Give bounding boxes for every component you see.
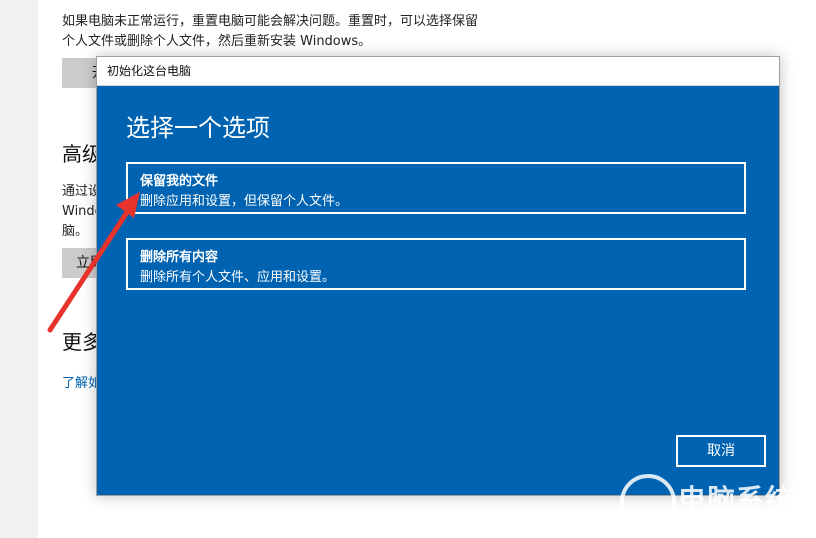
left-margin-strip <box>0 0 38 538</box>
watermark-url: www.dnxtc.net <box>700 516 790 530</box>
option-title: 保留我的文件 <box>140 174 219 189</box>
reset-pc-dialog: 初始化这台电脑 选择一个选项 保留我的文件 删除应用和设置，但保留个人文件。 删… <box>96 56 780 496</box>
reset-description: 如果电脑未正常运行，重置电脑可能会解决问题。重置时，可以选择保留 个人文件或删除… <box>62 14 479 49</box>
dialog-panel: 选择一个选项 保留我的文件 删除应用和设置，但保留个人文件。 删除所有内容 删除… <box>97 86 779 495</box>
remove-everything-option[interactable]: 删除所有内容 删除所有个人文件、应用和设置。 <box>126 238 746 290</box>
option-description: 删除所有个人文件、应用和设置。 <box>140 270 336 285</box>
cancel-button[interactable]: 取消 <box>676 435 766 467</box>
keep-my-files-option[interactable]: 保留我的文件 删除应用和设置，但保留个人文件。 <box>126 162 746 214</box>
option-title: 删除所有内容 <box>140 250 219 265</box>
watermark-logo-icon <box>620 474 676 530</box>
choose-option-heading: 选择一个选项 <box>126 114 270 142</box>
option-description: 删除应用和设置，但保留个人文件。 <box>140 194 349 209</box>
dialog-title: 初始化这台电脑 <box>97 57 779 86</box>
site-watermark: 电脑系统城 www.dnxtc.net <box>618 470 814 534</box>
watermark-text: 电脑系统城 <box>678 483 814 516</box>
